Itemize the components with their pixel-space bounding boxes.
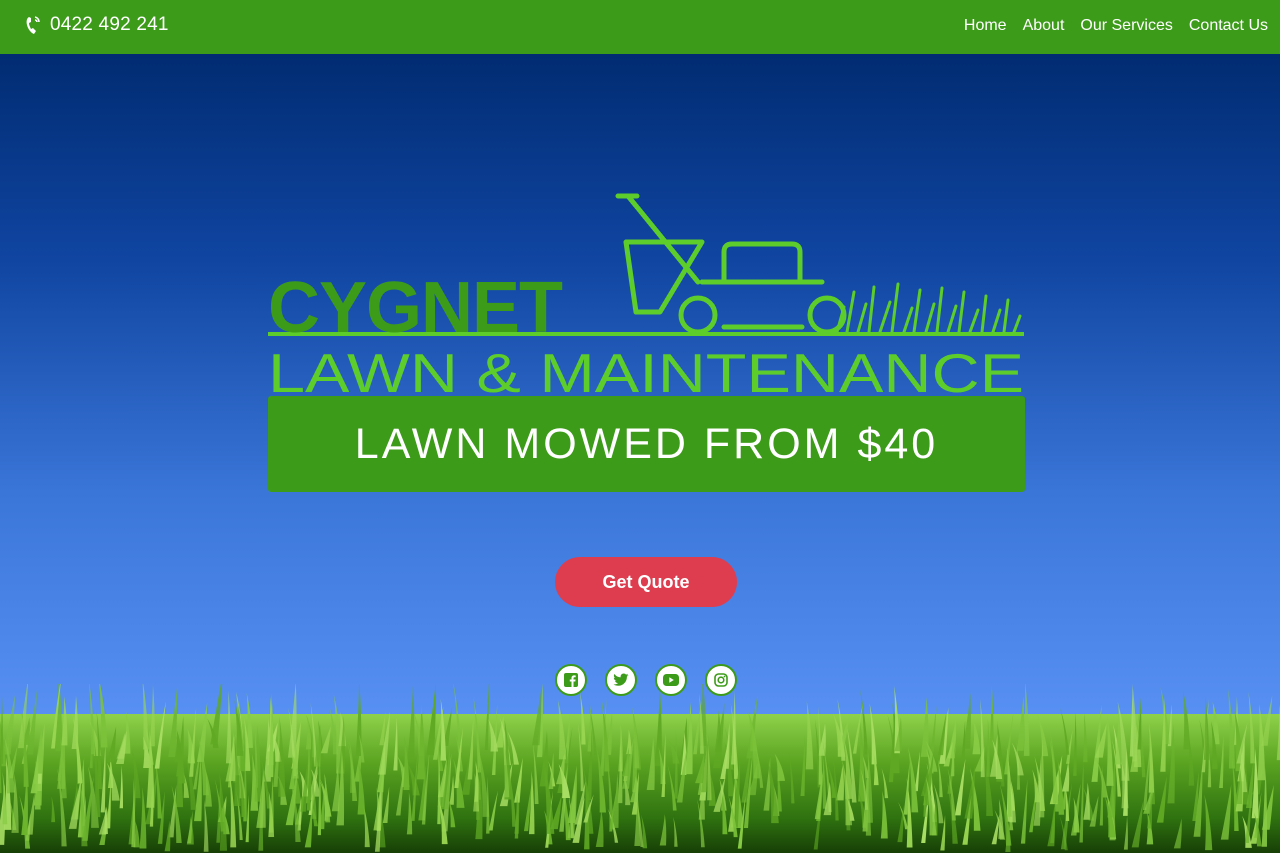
logo-line-1: CYGNET bbox=[268, 268, 563, 348]
price-banner-text: LAWN MOWED FROM $40 bbox=[354, 419, 939, 468]
price-banner: LAWN MOWED FROM $40 bbox=[268, 396, 1025, 492]
top-bar: 0422 492 241 Home About Our Services Con… bbox=[0, 0, 1280, 54]
nav-about[interactable]: About bbox=[1023, 17, 1065, 35]
nav-home[interactable]: Home bbox=[964, 17, 1007, 35]
phone-number: 0422 492 241 bbox=[50, 14, 169, 35]
grass-foreground bbox=[0, 684, 1280, 853]
company-logo: CYGNET LAWN & MAINTENANCE bbox=[268, 193, 1024, 404]
hero-section: CYGNET LAWN & MAINTENANCE LAWN MOWED FRO… bbox=[0, 54, 1280, 853]
get-quote-button[interactable]: Get Quote bbox=[555, 557, 737, 607]
phone-contact[interactable]: 0422 492 241 bbox=[24, 14, 169, 36]
phone-icon bbox=[26, 16, 40, 34]
nav-our-services[interactable]: Our Services bbox=[1080, 17, 1172, 35]
logo-line-2: LAWN & MAINTENANCE bbox=[268, 342, 1024, 404]
nav-contact-us[interactable]: Contact Us bbox=[1189, 17, 1268, 35]
main-nav: Home About Our Services Contact Us bbox=[964, 17, 1268, 35]
